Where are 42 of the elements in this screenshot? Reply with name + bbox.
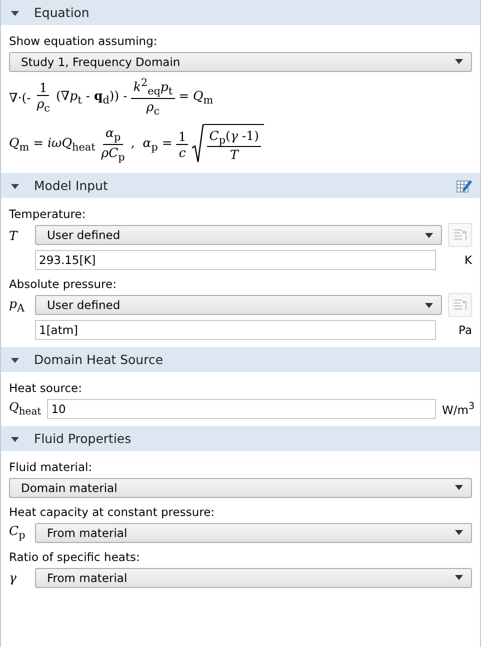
dropdown[interactable]: From material [35,568,472,588]
dropdown[interactable]: From material [35,522,472,543]
table-edit-icon[interactable] [456,178,472,194]
dropdown[interactable]: User defined [35,295,442,316]
unit-label: Pa [458,322,472,337]
symbol-label: γ [9,570,18,586]
collapse-icon [11,182,19,190]
unit-label: K [463,252,472,267]
caret-icon [455,485,463,490]
field-label: Heat source: [9,380,83,396]
symbol-label: p$_{A}$ [9,296,26,314]
section-header[interactable]: Equation [1,0,480,25]
list-icon [453,228,467,242]
section-header[interactable]: Domain Heat Source [1,347,480,372]
list-icon [453,298,467,312]
caret-icon [455,59,463,64]
input-field[interactable]: 1[atm] [35,320,436,340]
input-field[interactable]: 10 [47,398,436,419]
input-field[interactable]: 293.15[K] [35,250,436,270]
section-header[interactable]: Fluid Properties [1,426,480,452]
symbol-label: T [9,228,19,243]
symbol-label: C$_{p}$ [9,523,26,542]
radical-sign [192,124,204,164]
caret-icon [425,232,433,238]
field-label: Absolute pressure: [9,276,118,292]
caret-icon [425,302,433,308]
dropdown[interactable]: Domain material [9,478,472,498]
collapse-icon [11,434,19,443]
section-header[interactable]: Model Input [1,173,480,198]
field-label: Ratio of specific heats: [9,549,141,566]
field-label: Heat capacity at constant pressure: [9,504,216,520]
field-label: Temperature: [9,206,87,222]
field-label: Fluid material: [9,459,94,476]
caret-icon [455,575,463,580]
unit-label: W/m$^{3}$ [442,400,472,417]
dropdown[interactable]: User defined [35,225,442,246]
caret-icon [455,530,463,536]
collapse-icon [11,356,19,364]
symbol-label: Q$_{heat}$ [9,400,42,418]
dropdown[interactable]: Study 1, Frequency Domain [9,52,472,72]
field-label: Show equation assuming: [9,33,158,49]
collapse-icon [11,8,19,16]
